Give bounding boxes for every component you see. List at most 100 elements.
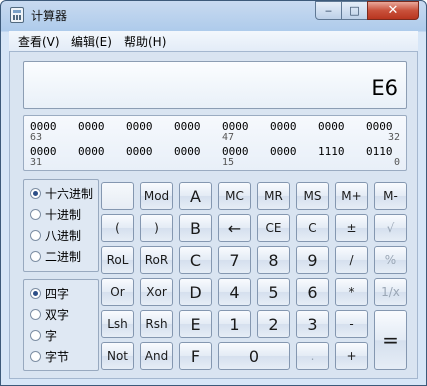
bit-group[interactable]: 0000 <box>174 145 201 158</box>
radio-icon <box>30 350 41 362</box>
digit-7-key[interactable]: 7 <box>218 246 251 274</box>
menu-help[interactable]: 帮助(H) <box>124 33 166 50</box>
minimize-button[interactable]: ‒ <box>315 1 342 20</box>
title-bar[interactable]: 计算器 ‒ □ ✕ <box>1 1 426 29</box>
radio-hex[interactable]: 十六进制 <box>30 184 93 202</box>
bit-group[interactable]: 0000 <box>126 145 153 158</box>
memory-add-key[interactable]: M+ <box>335 182 368 210</box>
radio-label: 八进制 <box>45 228 82 243</box>
bit-group[interactable]: 0000 <box>270 145 297 158</box>
number-base-group: 十六进制 十进制 八进制 二进制 <box>23 179 99 272</box>
result-display: E6 <box>23 61 407 109</box>
digit-0-key[interactable]: 0 <box>218 342 290 370</box>
bit-index: 32 <box>388 132 401 143</box>
digit-9-key[interactable]: 9 <box>296 246 329 274</box>
window-title: 计算器 <box>31 9 68 23</box>
bit-group[interactable]: 0000 <box>270 120 297 133</box>
left-shift-key[interactable]: Lsh <box>101 310 134 338</box>
percent-key[interactable]: % <box>374 246 407 274</box>
radio-icon <box>30 229 41 241</box>
backspace-key[interactable]: ← <box>218 214 251 242</box>
open-paren-key[interactable]: ( <box>101 214 134 242</box>
right-shift-key[interactable]: Rsh <box>140 310 173 338</box>
sqrt-key[interactable]: √ <box>374 214 407 242</box>
radio-icon <box>30 308 41 320</box>
word-size-group: 四字 双字 字 字节 <box>23 279 99 371</box>
equals-key[interactable]: = <box>374 310 407 370</box>
calculator-window: 计算器 ‒ □ ✕ 查看(V) 编辑(E) 帮助(H) E6 0000 0000… <box>0 0 427 386</box>
calculator-body: E6 0000 0000 0000 0000 0000 0000 0000 00… <box>9 51 418 379</box>
radio-qword[interactable]: 四字 <box>30 284 69 302</box>
bit-group[interactable]: 1110 <box>318 145 345 158</box>
bit-index: 31 <box>30 157 43 168</box>
add-key[interactable]: + <box>335 342 368 370</box>
and-key[interactable]: And <box>140 342 173 370</box>
digit-8-key[interactable]: 8 <box>257 246 290 274</box>
digit-3-key[interactable]: 3 <box>296 310 329 338</box>
reciprocal-key[interactable]: 1/x <box>374 278 407 306</box>
multiply-key[interactable]: * <box>335 278 368 306</box>
bit-index: 47 <box>222 132 235 143</box>
clear-key[interactable]: C <box>296 214 329 242</box>
not-key[interactable]: Not <box>101 342 134 370</box>
calculator-app-icon <box>10 7 24 23</box>
radio-label: 字 <box>45 328 58 343</box>
hex-e-key[interactable]: E <box>179 310 212 338</box>
bit-group[interactable]: 0000 <box>174 120 201 133</box>
clear-entry-key[interactable]: CE <box>257 214 290 242</box>
memory-clear-key[interactable]: MC <box>218 182 251 210</box>
radio-icon <box>30 329 41 341</box>
bit-group[interactable]: 0000 <box>318 120 345 133</box>
radio-label: 字节 <box>45 349 70 364</box>
hex-a-key[interactable]: A <box>179 182 212 210</box>
radio-icon <box>30 208 41 220</box>
xor-key[interactable]: Xor <box>140 278 173 306</box>
digit-2-key[interactable]: 2 <box>257 310 290 338</box>
bit-group[interactable]: 0000 <box>78 145 105 158</box>
decimal-key[interactable]: . <box>296 342 329 370</box>
maximize-button[interactable]: □ <box>341 1 368 20</box>
memory-store-key[interactable]: MS <box>296 182 329 210</box>
close-paren-key[interactable]: ) <box>140 214 173 242</box>
subtract-key[interactable]: - <box>335 310 368 338</box>
blank-key <box>101 182 134 210</box>
menu-bar: 查看(V) 编辑(E) 帮助(H) <box>9 31 418 51</box>
hex-b-key[interactable]: B <box>179 214 212 242</box>
radio-label: 双字 <box>45 307 70 322</box>
digit-1-key[interactable]: 1 <box>218 310 251 338</box>
bit-display-panel: 0000 0000 0000 0000 0000 0000 0000 0000 … <box>23 115 407 171</box>
digit-6-key[interactable]: 6 <box>296 278 329 306</box>
radio-label: 十进制 <box>45 207 82 222</box>
radio-dword[interactable]: 双字 <box>30 305 69 323</box>
mod-key[interactable]: Mod <box>140 182 173 210</box>
hex-c-key[interactable]: C <box>179 246 212 274</box>
radio-selected-icon <box>30 187 41 199</box>
menu-view[interactable]: 查看(V) <box>18 33 60 50</box>
hex-f-key[interactable]: F <box>179 342 212 370</box>
rotate-right-key[interactable]: RoR <box>140 246 173 274</box>
radio-label: 十六进制 <box>45 186 94 201</box>
close-button[interactable]: ✕ <box>367 1 419 20</box>
bit-index: 63 <box>30 132 43 143</box>
radio-selected-icon <box>30 287 41 299</box>
bit-group[interactable]: 0000 <box>126 120 153 133</box>
bit-group[interactable]: 0000 <box>78 120 105 133</box>
or-key[interactable]: Or <box>101 278 134 306</box>
negate-key[interactable]: ± <box>335 214 368 242</box>
radio-dec[interactable]: 十进制 <box>30 205 81 223</box>
memory-subtract-key[interactable]: M- <box>374 182 407 210</box>
radio-bin[interactable]: 二进制 <box>30 247 81 265</box>
digit-4-key[interactable]: 4 <box>218 278 251 306</box>
bit-group[interactable]: 0110 <box>366 145 393 158</box>
bit-index: 15 <box>222 157 235 168</box>
rotate-left-key[interactable]: RoL <box>101 246 134 274</box>
divide-key[interactable]: / <box>335 246 368 274</box>
radio-oct[interactable]: 八进制 <box>30 226 81 244</box>
radio-byte[interactable]: 字节 <box>30 347 69 365</box>
radio-word[interactable]: 字 <box>30 326 57 344</box>
digit-5-key[interactable]: 5 <box>257 278 290 306</box>
display-value: E6 <box>371 76 398 100</box>
hex-d-key[interactable]: D <box>179 278 212 306</box>
memory-recall-key[interactable]: MR <box>257 182 290 210</box>
menu-edit[interactable]: 编辑(E) <box>71 33 112 50</box>
